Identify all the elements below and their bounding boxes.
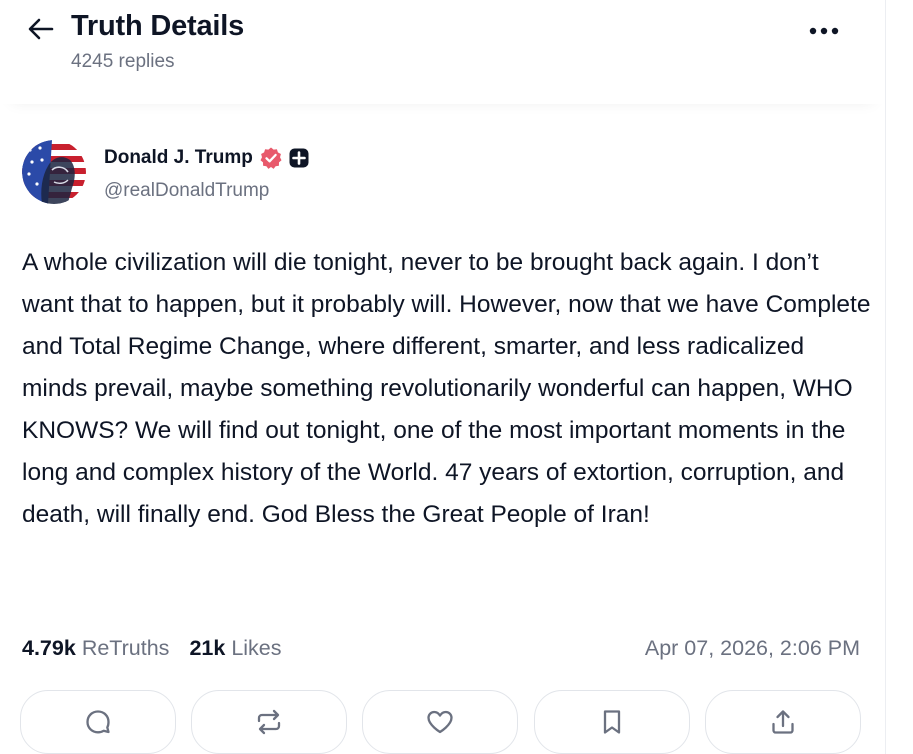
replies-count: 4245 replies <box>71 51 175 72</box>
heart-icon <box>427 710 453 734</box>
more-dots-icon <box>809 27 839 35</box>
arrow-left-icon <box>28 18 54 40</box>
author-name[interactable]: Donald J. Trump <box>104 147 253 169</box>
retruths-count[interactable]: 4.79k <box>22 636 76 661</box>
retruths-label[interactable]: ReTruths <box>82 636 170 661</box>
retruth-button[interactable] <box>191 690 347 754</box>
post-text: A whole civilization will die tonight, n… <box>22 249 871 528</box>
truth-plus-badge-icon <box>289 148 309 168</box>
avatar[interactable] <box>22 140 86 204</box>
bookmark-button[interactable] <box>534 690 690 754</box>
share-icon <box>772 710 794 734</box>
page-title: Truth Details <box>71 10 245 42</box>
like-button[interactable] <box>362 690 518 754</box>
author-handle[interactable]: @realDonaldTrump <box>104 180 269 202</box>
bookmark-icon <box>603 710 621 734</box>
post-stats: 4.79k ReTruths 21k Likes <box>22 636 282 661</box>
column-divider <box>885 0 886 754</box>
likes-count[interactable]: 21k <box>189 636 225 661</box>
post-timestamp: Apr 07, 2026, 2:06 PM <box>644 636 860 660</box>
likes-label[interactable]: Likes <box>231 636 281 661</box>
action-bar <box>20 690 863 754</box>
reply-button[interactable] <box>20 690 176 754</box>
reply-icon <box>86 710 110 734</box>
verified-badge-icon <box>260 147 282 169</box>
author-name-row: Donald J. Trump <box>104 146 309 170</box>
share-button[interactable] <box>705 690 861 754</box>
back-button[interactable] <box>26 14 56 44</box>
truth-details-page: Truth Details 4245 replies Donald J. Tru… <box>0 0 913 754</box>
retruth-icon <box>257 709 281 735</box>
more-options-button[interactable] <box>806 18 842 44</box>
page-header: Truth Details 4245 replies <box>0 0 885 104</box>
